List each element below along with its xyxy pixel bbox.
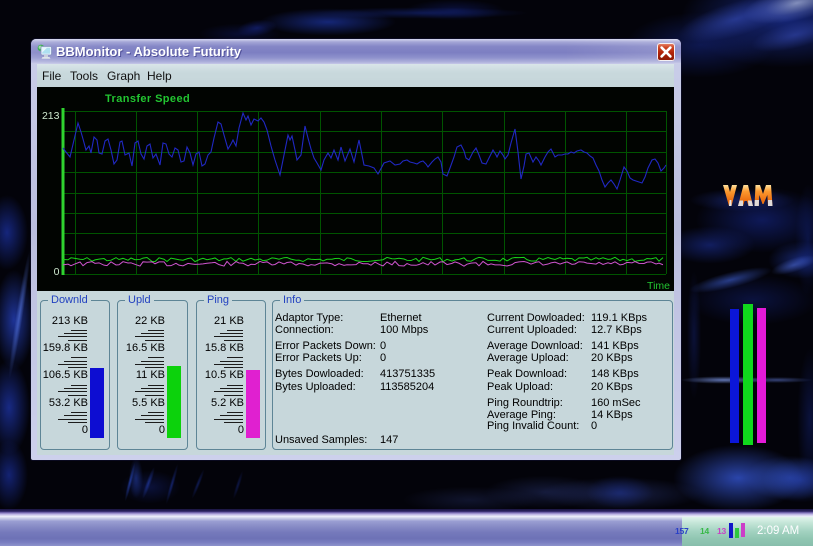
svg-text:0: 0 (54, 266, 60, 278)
svg-text:213: 213 (42, 110, 60, 122)
svg-text:Time: Time (647, 280, 670, 291)
svg-text:Transfer Speed: Transfer Speed (105, 93, 190, 105)
